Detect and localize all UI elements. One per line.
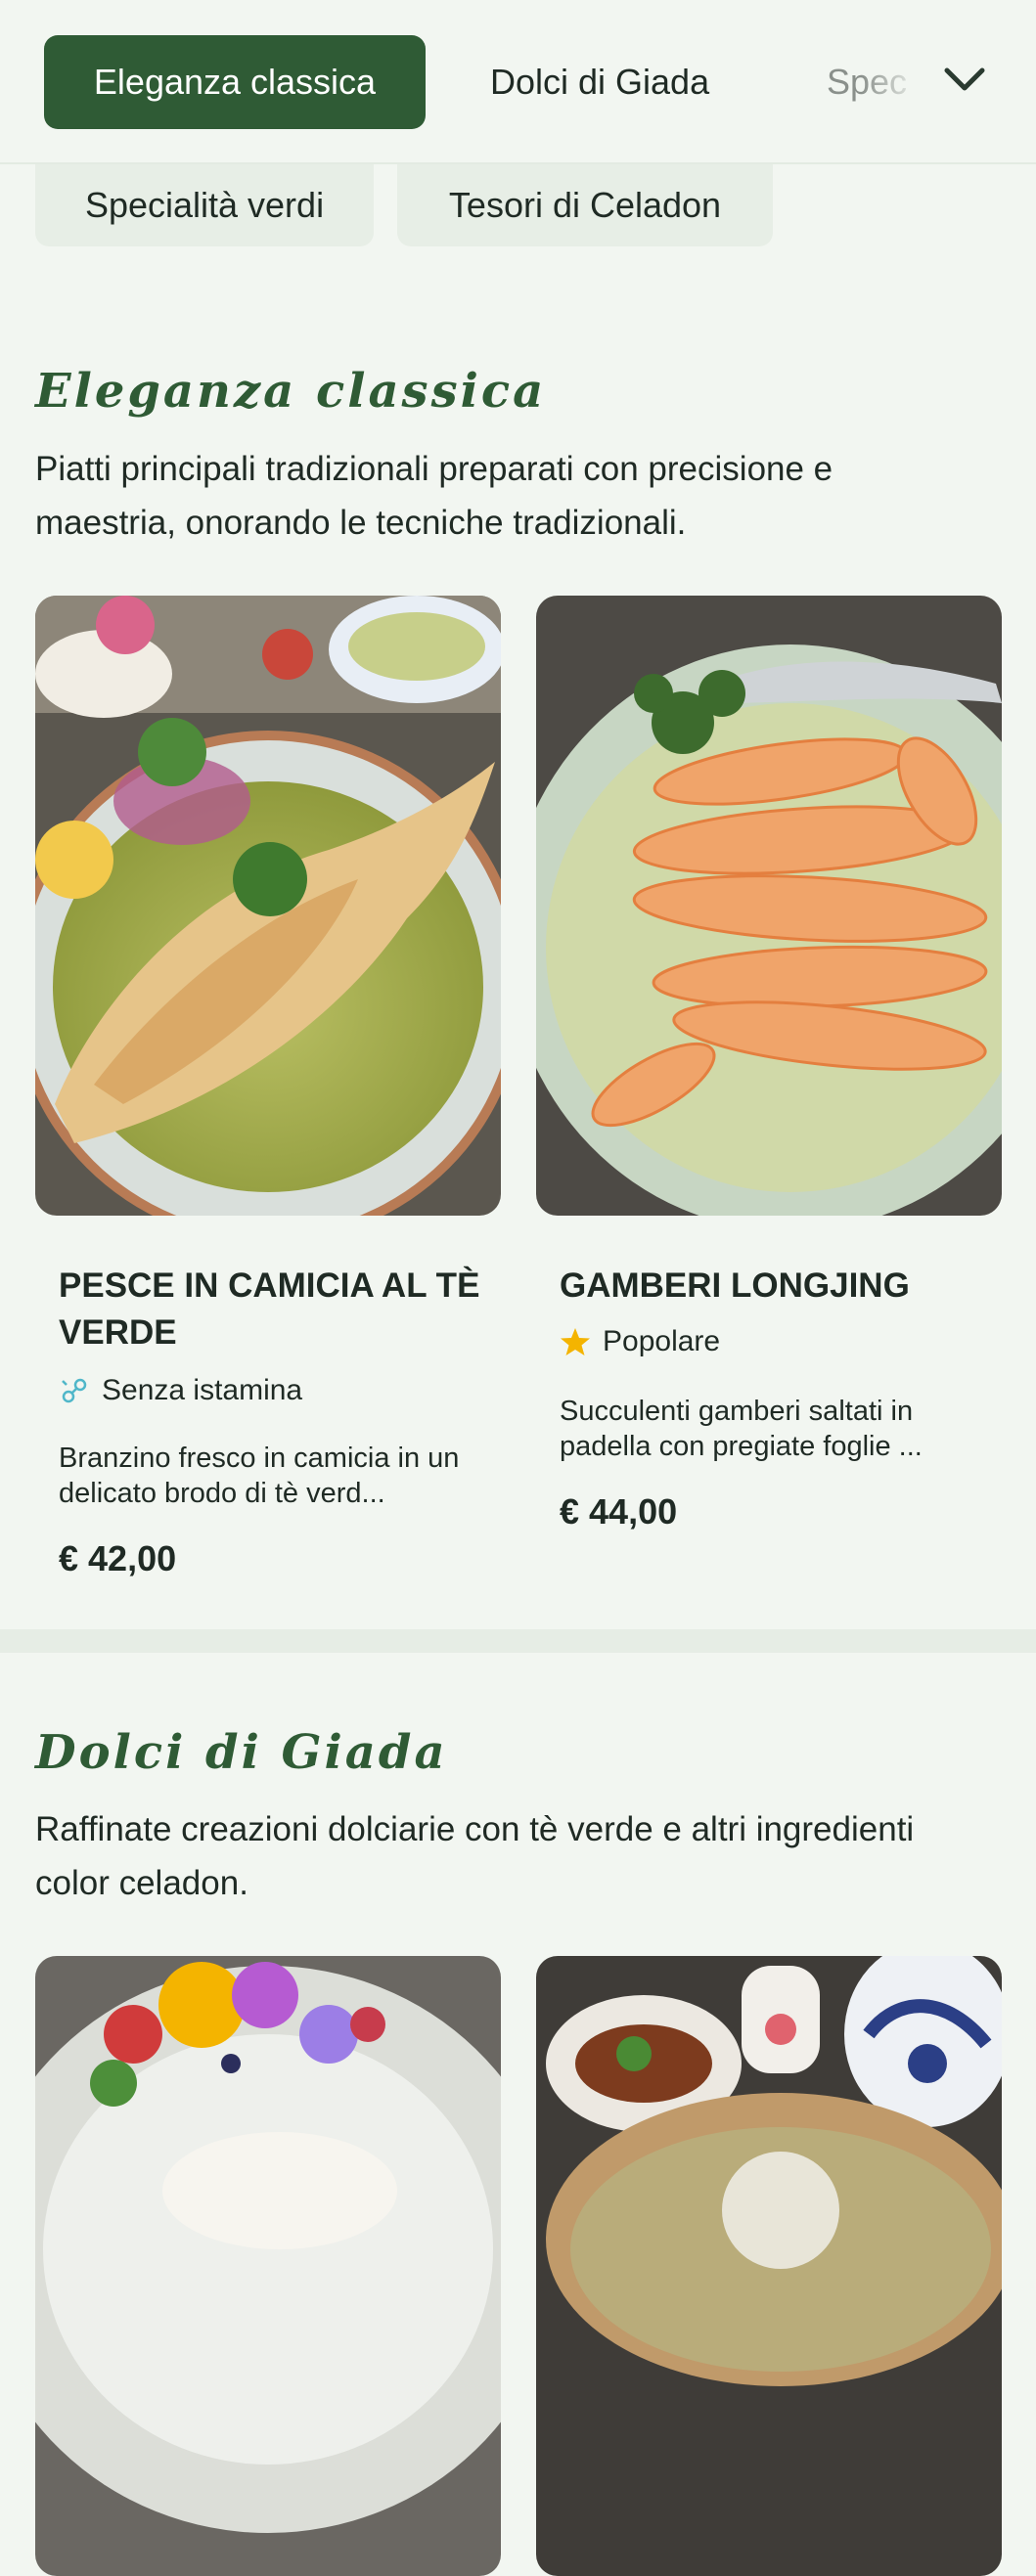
dish-name: GAMBERI LONGJING	[560, 1266, 910, 1305]
dish-photo	[536, 596, 1002, 1216]
dish-description: Succulenti gamberi saltati in padella co…	[560, 1396, 923, 1462]
dish-photo	[536, 1956, 1002, 2576]
dish-photo	[35, 1956, 501, 2576]
antihistamine-icon	[59, 1375, 90, 1406]
dish-badge: Senza istamina	[59, 1374, 302, 1407]
chevron-down-icon[interactable]	[941, 61, 988, 100]
star-icon	[560, 1326, 591, 1357]
chip-tesori-di-celadon[interactable]: Tesori di Celadon	[397, 164, 773, 246]
section-description: Raffinate creazioni dolciarie con tè ver…	[35, 1810, 915, 1902]
section-title: Eleganza classica	[35, 364, 547, 419]
dish-badge-label: Senza istamina	[102, 1374, 303, 1406]
chip-specialita-verdi[interactable]: Specialità verdi	[35, 164, 374, 246]
section-divider	[0, 1629, 1036, 1653]
category-nav: Eleganza classica Dolci di Giada Spec	[0, 0, 1036, 164]
tab-eleganza-classica[interactable]: Eleganza classica	[44, 35, 426, 129]
section-description: Piatti principali tradizionali preparati…	[35, 450, 833, 542]
dish-photo	[35, 596, 501, 1216]
dish-description: Branzino fresco in camicia in un delicat…	[59, 1443, 460, 1509]
tab-dolci-di-giada[interactable]: Dolci di Giada	[490, 35, 709, 129]
dish-price: € 44,00	[560, 1491, 678, 1532]
dish-name: PESCE IN CAMICIA AL TÈ VERDE	[59, 1266, 480, 1352]
dish-badge-label: Popolare	[603, 1325, 721, 1357]
dish-badge: Popolare	[560, 1325, 720, 1358]
section-title: Dolci di Giada	[35, 1725, 448, 1780]
dish-price: € 42,00	[59, 1538, 177, 1578]
